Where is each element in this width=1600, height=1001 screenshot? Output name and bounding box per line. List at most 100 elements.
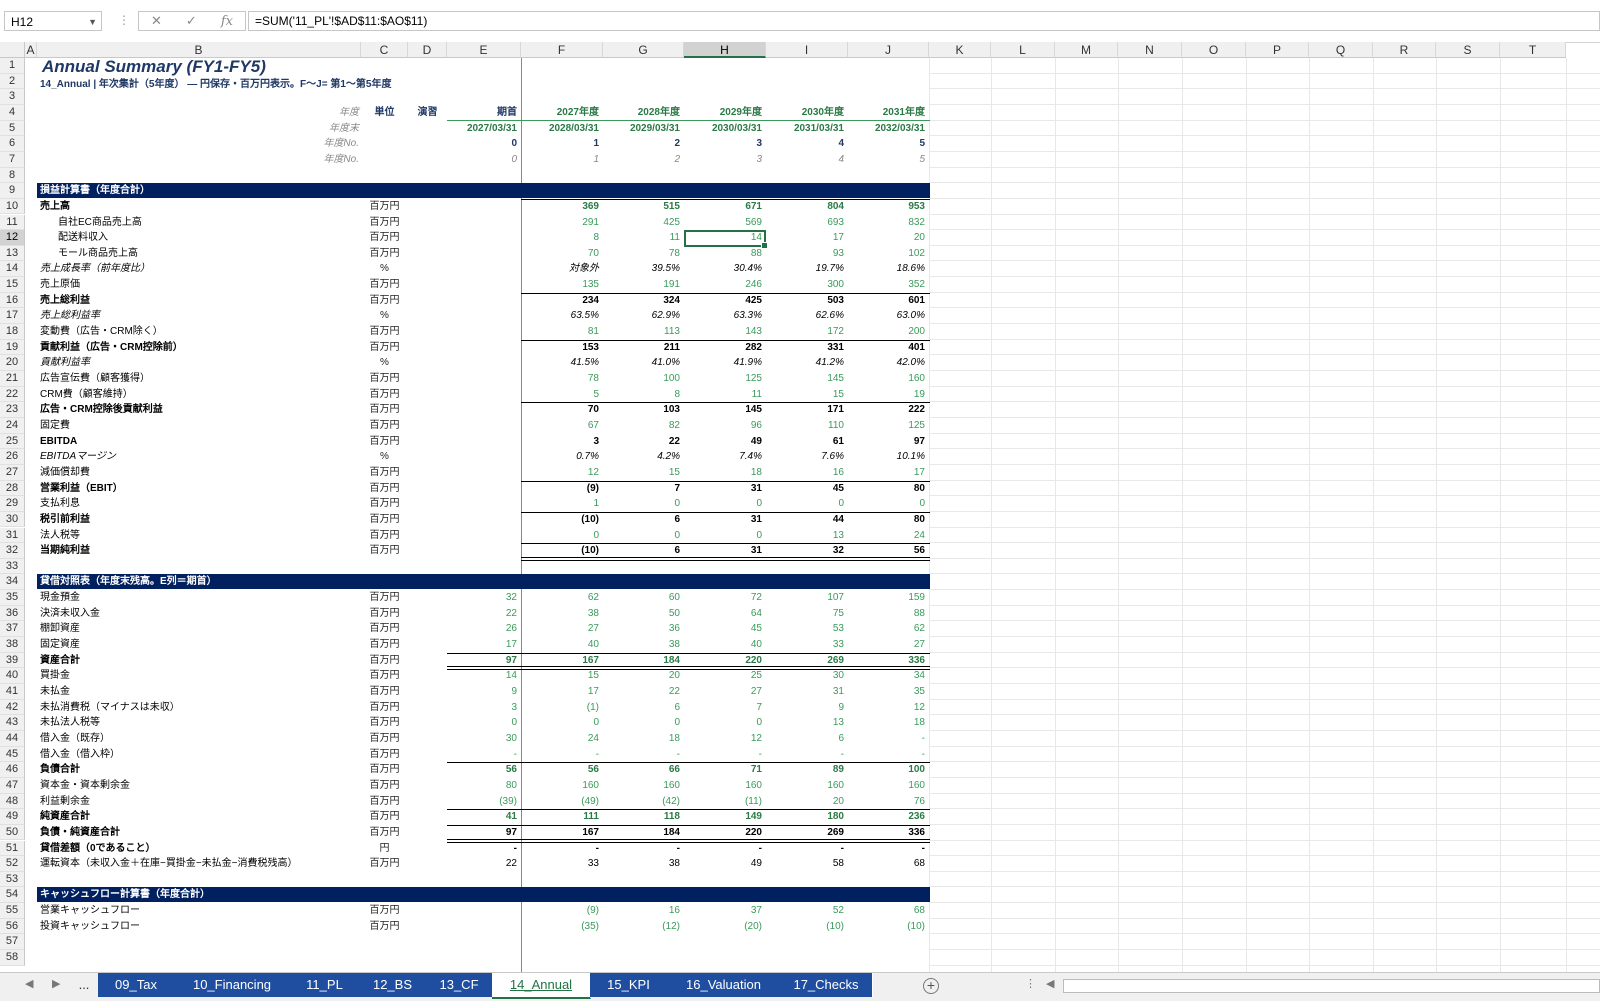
sheet-tab-11-pl[interactable]: 11_PL: [290, 973, 360, 997]
sheet-tab-16-valuation[interactable]: 16_Valuation: [667, 973, 781, 997]
sheet-tab-12-bs[interactable]: 12_BS: [359, 973, 427, 997]
row-header[interactable]: 3: [0, 89, 25, 105]
column-header-c[interactable]: C: [361, 42, 408, 58]
formula-input[interactable]: =SUM('11_PL'!$AD$11:$AO$11): [248, 11, 1600, 31]
row-header[interactable]: 19: [0, 339, 25, 356]
active-cell-h12[interactable]: [684, 230, 768, 249]
row-header[interactable]: 2: [0, 73, 25, 90]
scroll-tabs-right-icon[interactable]: ▶: [52, 977, 60, 990]
row-header[interactable]: 52: [0, 856, 25, 872]
row-header[interactable]: 1: [0, 58, 25, 74]
row-header[interactable]: 48: [0, 793, 25, 810]
row-header[interactable]: 13: [0, 245, 25, 262]
row-header[interactable]: 28: [0, 480, 25, 497]
name-box[interactable]: H12 ▼: [4, 11, 102, 31]
column-header-l[interactable]: L: [991, 42, 1055, 58]
row-header[interactable]: 26: [0, 449, 25, 465]
row-header[interactable]: 23: [0, 402, 25, 418]
column-header-f[interactable]: F: [521, 42, 603, 58]
sheet-tab-14-annual[interactable]: 14_Annual: [492, 973, 591, 999]
row-header[interactable]: 35: [0, 590, 25, 606]
insert-function-icon[interactable]: fx: [221, 14, 233, 29]
enter-icon[interactable]: ✓: [186, 13, 197, 29]
row-header[interactable]: 9: [0, 183, 25, 199]
row-header[interactable]: 15: [0, 277, 25, 293]
column-header-n[interactable]: N: [1118, 42, 1182, 58]
row-header[interactable]: 39: [0, 652, 25, 669]
column-header-p[interactable]: P: [1246, 42, 1309, 58]
row-header[interactable]: 7: [0, 151, 25, 168]
row-header[interactable]: 42: [0, 699, 25, 716]
row-header[interactable]: 43: [0, 715, 25, 731]
column-header-r[interactable]: R: [1373, 42, 1436, 58]
row-header[interactable]: 40: [0, 668, 25, 684]
column-header-q[interactable]: Q: [1309, 42, 1373, 58]
scroll-tabs-left-icon[interactable]: ◀: [25, 977, 33, 990]
column-header-h[interactable]: H: [684, 42, 766, 58]
more-tabs-button[interactable]: ...: [70, 973, 99, 997]
row-header[interactable]: 30: [0, 511, 25, 528]
column-header-t[interactable]: T: [1500, 42, 1566, 58]
row-header[interactable]: 31: [0, 527, 25, 544]
row-header[interactable]: 37: [0, 621, 25, 638]
row-header[interactable]: 27: [0, 464, 25, 481]
row-header[interactable]: 16: [0, 292, 25, 309]
cancel-icon[interactable]: ✕: [151, 13, 162, 29]
row-header[interactable]: 22: [0, 386, 25, 403]
row-header[interactable]: 50: [0, 824, 25, 841]
row-header[interactable]: 55: [0, 903, 25, 919]
column-header-d[interactable]: D: [408, 42, 447, 58]
column-header-a[interactable]: A: [25, 42, 37, 58]
add-sheet-icon[interactable]: +: [923, 978, 939, 994]
row-header[interactable]: 51: [0, 840, 25, 857]
row-header[interactable]: 58: [0, 950, 25, 966]
row-header[interactable]: 54: [0, 887, 25, 904]
row-header[interactable]: 45: [0, 746, 25, 763]
row-header[interactable]: 56: [0, 918, 25, 935]
row-header[interactable]: 17: [0, 308, 25, 325]
row-header[interactable]: 10: [0, 198, 25, 215]
row-header[interactable]: 14: [0, 261, 25, 278]
column-header-g[interactable]: G: [603, 42, 684, 58]
row-header[interactable]: 8: [0, 167, 25, 184]
sheet-tab-17-checks[interactable]: 17_Checks: [780, 973, 873, 997]
row-header[interactable]: 4: [0, 104, 25, 121]
row-header[interactable]: 12: [0, 230, 25, 246]
column-header-o[interactable]: O: [1182, 42, 1246, 58]
row-header[interactable]: 24: [0, 417, 25, 434]
horizontal-scrollbar[interactable]: [1063, 979, 1600, 993]
row-header[interactable]: 38: [0, 637, 25, 653]
row-header[interactable]: 49: [0, 809, 25, 825]
column-header-s[interactable]: S: [1436, 42, 1500, 58]
row-header[interactable]: 41: [0, 684, 25, 700]
row-header[interactable]: 20: [0, 355, 25, 371]
row-header[interactable]: 5: [0, 120, 25, 137]
row-header[interactable]: 33: [0, 558, 25, 575]
column-header-j[interactable]: J: [848, 42, 929, 58]
row-header[interactable]: 44: [0, 730, 25, 747]
row-header[interactable]: 32: [0, 543, 25, 559]
row-header[interactable]: 11: [0, 214, 25, 231]
sheet-tab-13-cf[interactable]: 13_CF: [426, 973, 493, 997]
chevron-down-icon[interactable]: ▼: [88, 12, 97, 32]
row-header[interactable]: 53: [0, 871, 25, 888]
row-header[interactable]: 18: [0, 324, 25, 340]
row-header[interactable]: 46: [0, 762, 25, 778]
column-header-e[interactable]: E: [447, 42, 521, 58]
row-header[interactable]: 29: [0, 496, 25, 512]
column-header-k[interactable]: K: [929, 42, 991, 58]
column-header-i[interactable]: I: [766, 42, 848, 58]
scroll-left-icon[interactable]: ◀: [1046, 977, 1054, 990]
column-header-m[interactable]: M: [1055, 42, 1118, 58]
row-header[interactable]: 57: [0, 934, 25, 951]
sheet-tab-15-kpi[interactable]: 15_KPI: [590, 973, 668, 997]
row-header[interactable]: 34: [0, 574, 25, 591]
row-header[interactable]: 21: [0, 371, 25, 387]
row-header[interactable]: 36: [0, 605, 25, 622]
row-header[interactable]: 6: [0, 136, 25, 152]
fill-handle[interactable]: [761, 241, 768, 249]
row-header[interactable]: 47: [0, 777, 25, 794]
row-header[interactable]: 25: [0, 433, 25, 450]
column-header-b[interactable]: B: [37, 42, 361, 58]
select-all-corner[interactable]: [0, 42, 25, 58]
